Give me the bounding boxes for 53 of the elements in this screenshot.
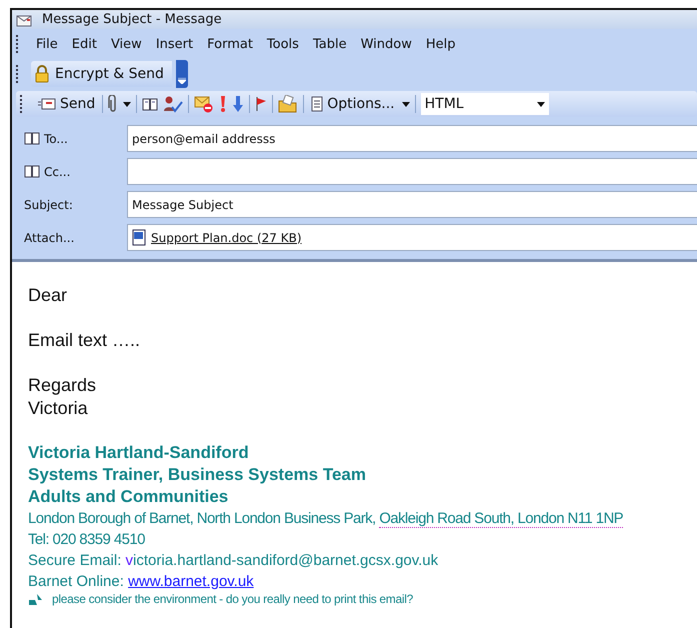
address-button[interactable]: Cc... xyxy=(24,164,127,178)
address-book-icon xyxy=(24,165,40,178)
check-names-icon[interactable] xyxy=(163,95,184,113)
menu-item[interactable]: Edit xyxy=(66,36,102,52)
menu-item[interactable]: File xyxy=(31,36,63,52)
down-arrow-icon[interactable] xyxy=(232,95,244,113)
caret-icon[interactable] xyxy=(123,102,132,106)
input-field[interactable]: Message Subject xyxy=(127,191,697,218)
website-text: Barnet Online: www.barnet.gov.uk xyxy=(28,572,255,592)
phone-text: Tel: 020 8359 4510 xyxy=(28,530,146,550)
document-icon xyxy=(132,229,148,246)
padlock-icon xyxy=(35,65,49,83)
body-text: Email text ….. xyxy=(28,329,142,352)
envelope-minus-icon[interactable] xyxy=(194,95,214,113)
field-label: Subject: xyxy=(24,198,74,212)
menu-item[interactable]: Insert xyxy=(150,36,198,52)
envelope-icon xyxy=(38,98,56,110)
folder-icon[interactable] xyxy=(278,95,298,113)
input-field[interactable] xyxy=(127,158,697,185)
menu-item[interactable]: Format xyxy=(202,36,258,52)
body-text: Dear xyxy=(28,284,68,307)
address-button[interactable]: To... xyxy=(24,132,127,146)
format-select[interactable]: HTML xyxy=(420,93,549,115)
flag-icon[interactable] xyxy=(255,96,268,112)
dropdown-icon xyxy=(178,78,186,84)
body-text: Victoria xyxy=(28,397,89,420)
options-button[interactable]: Options... xyxy=(309,93,397,115)
menu-item[interactable]: Tools xyxy=(262,36,304,52)
window-title: Message Subject - Message xyxy=(42,12,222,27)
body-text: Regards xyxy=(28,374,98,397)
paperclip-icon[interactable] xyxy=(108,95,118,113)
encrypt-send-button[interactable]: Encrypt & Send xyxy=(31,61,172,87)
environment-note: please consider the environment - do you really need to print this email? xyxy=(52,592,413,606)
signature-heading: Victoria Hartland-Sandiford xyxy=(28,442,250,464)
field-label: Attach... xyxy=(24,230,76,244)
send-button[interactable]: Send xyxy=(36,93,98,115)
address-book-icon xyxy=(24,132,40,145)
caret-icon[interactable] xyxy=(402,102,410,106)
exclamation-icon[interactable] xyxy=(219,95,228,113)
toolbar-options-button[interactable] xyxy=(176,60,188,88)
caret-icon xyxy=(536,102,545,106)
menu-item[interactable]: Help xyxy=(420,36,460,52)
signature-heading: Systems Trainer, Business Systems Team xyxy=(28,464,367,486)
address-book-icon xyxy=(142,98,158,110)
menu-item[interactable]: Window xyxy=(356,36,417,52)
signature-heading: Adults and Communities xyxy=(28,486,230,508)
menu-item[interactable]: View xyxy=(106,36,147,52)
document-icon xyxy=(311,96,324,112)
address-text: London Borough of Barnet, North London Business Park, Oakleigh Road South, London N11 1NP xyxy=(28,509,624,529)
menu-item[interactable]: Table xyxy=(308,36,352,52)
email-text: Secure Email: victoria.hartland-sandiford@barnet.gcsx.gov.uk xyxy=(28,551,440,571)
attachment-link[interactable]: Support Plan.doc (27 KB) xyxy=(151,230,302,244)
input-field[interactable]: person@email addresss xyxy=(127,125,697,152)
